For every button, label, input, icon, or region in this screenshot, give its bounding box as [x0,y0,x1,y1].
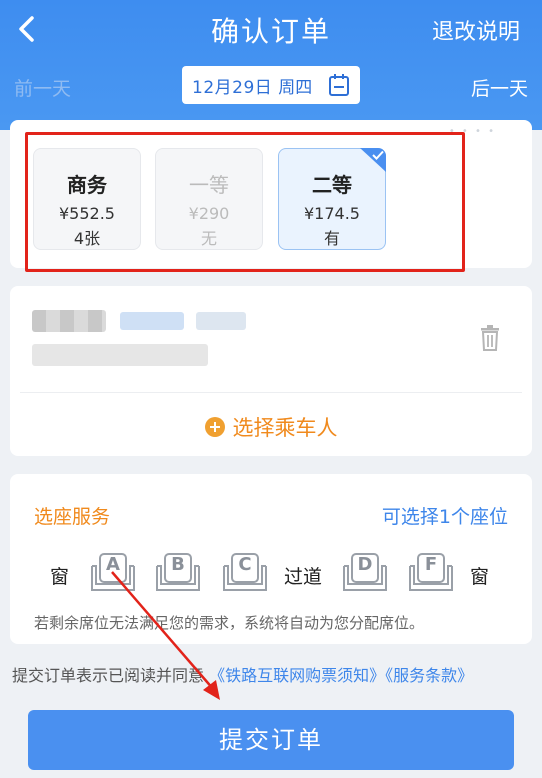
window-label-right: 窗 [470,566,490,588]
passenger-tag-redacted [196,312,246,330]
seat-service-card: 选座服务 可选择1个座位 窗 A B C 过道 D F 窗 若剩余席位无法满足您… [10,474,532,644]
aisle-label: 过道 [284,566,323,588]
passenger-name-redacted [32,310,106,332]
date-text: 12月29日 [192,77,273,98]
plus-icon [204,417,225,437]
header-bar: 确认订单 退改说明 前一天 后一天 12月29日 周四 [0,0,542,130]
seat-letter: D [357,554,373,575]
divider [20,392,522,393]
window-label-left: 窗 [50,566,70,588]
add-passenger-button[interactable]: 选择乘车人 [10,412,532,442]
calendar-icon [329,74,349,96]
seat-service-hint: 可选择1个座位 [381,506,508,528]
seat-letter: C [238,554,252,575]
submit-order-button[interactable]: 提交订单 [28,710,514,770]
add-passenger-label: 选择乘车人 [232,416,338,440]
prev-day-button[interactable]: 前一天 [14,74,71,101]
seat-button-a[interactable]: A [88,552,138,596]
seat-service-title: 选座服务 [34,506,111,528]
refund-rules-link[interactable]: 退改说明 [432,14,520,46]
seat-letter: B [171,554,185,575]
seat-button-d[interactable]: D [340,552,390,596]
seat-map-row: 窗 A B C 过道 D F 窗 [10,552,532,596]
passenger-card: 选择乘车人 [10,286,532,456]
ticket-notice-link[interactable]: 《铁路互联网购票须知》 [209,666,385,685]
seat-button-f[interactable]: F [406,552,456,596]
weekday-text: 周四 [278,77,313,98]
seat-letter: F [424,554,438,575]
date-picker[interactable]: 12月29日 周四 [182,66,360,104]
agreement-prefix: 提交订单表示已阅读并同意 [12,666,205,685]
next-day-button[interactable]: 后一天 [471,74,528,101]
seat-button-b[interactable]: B [153,552,203,596]
seat-button-c[interactable]: C [220,552,270,596]
passenger-id-redacted [32,344,208,366]
passenger-type-redacted [120,312,184,330]
seat-letter: A [106,554,120,575]
highlight-annotation-box [25,132,465,272]
agreement-row: 提交订单表示已阅读并同意 《铁路互联网购票须知》《服务条款》 [12,662,473,686]
service-terms-link[interactable]: 《服务条款》 [385,666,473,685]
auto-assign-note: 若剩余席位无法满足您的需求，系统将自动为您分配席位。 [34,614,425,632]
trash-icon[interactable] [478,324,502,352]
